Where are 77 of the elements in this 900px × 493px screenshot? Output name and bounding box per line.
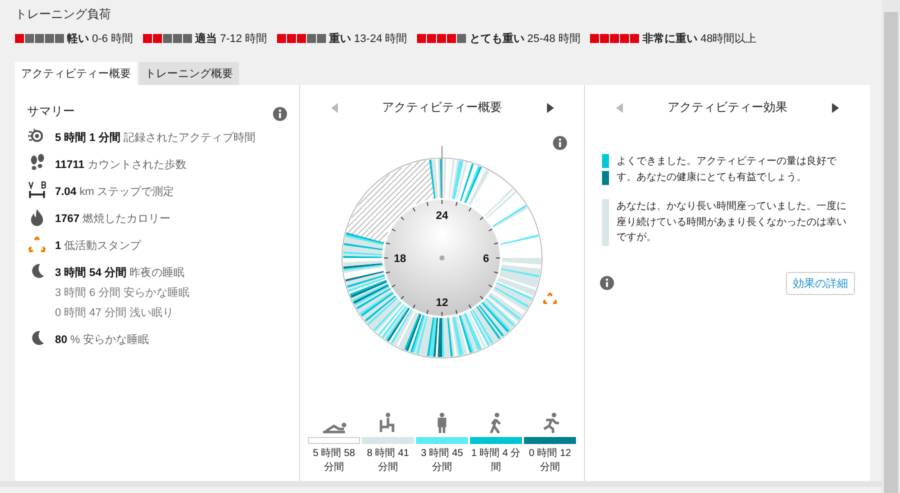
reclining-figure-icon <box>321 422 347 434</box>
level-square <box>45 34 54 43</box>
summary-text: 1767 燃焼したカロリー <box>55 212 171 226</box>
level-square <box>25 34 34 43</box>
clock-label: 18 <box>393 253 406 265</box>
previous-arrow-icon[interactable] <box>330 102 340 114</box>
summary-text: 7.04 km ステップで測定 <box>55 184 174 199</box>
level-square <box>610 34 620 43</box>
triangle-icon <box>28 235 46 253</box>
distance-icon <box>28 181 46 199</box>
level-range: 0-6 時間 <box>92 32 133 46</box>
effect-message: あなたは、かなり長い時間座っていました。一度に座り続けている時間があまり長くなかったのは幸いですが。 <box>616 200 848 245</box>
details-button[interactable]: 効果の詳細 <box>786 272 855 294</box>
duration-label: 5 時間 58 分間 <box>312 447 356 474</box>
level-square <box>437 34 446 43</box>
level-square <box>457 34 466 43</box>
level-range: 25-48 時間 <box>527 32 580 46</box>
section-title: トレーニング負荷 <box>15 6 112 23</box>
level-label: 軽い <box>67 32 89 46</box>
level-square <box>297 34 306 43</box>
summary-text: 80 % 安らかな睡眠 <box>55 332 150 347</box>
level-square <box>15 34 24 43</box>
next-arrow-icon[interactable] <box>544 102 554 114</box>
summary-text: 11711 カウントされた歩数 <box>55 158 186 172</box>
level-square <box>447 34 456 43</box>
clock-label: 24 <box>435 210 448 222</box>
tab[interactable]: トレーニング概要 <box>139 62 239 85</box>
level-square <box>590 34 600 43</box>
triangle-icon <box>542 292 556 304</box>
level-square <box>277 34 286 43</box>
flame-icon <box>28 208 46 226</box>
tab[interactable]: アクティビティー概要 <box>15 62 137 85</box>
level-label: 重い <box>329 32 352 46</box>
level-range: 13-24 時間 <box>354 32 408 46</box>
next-arrow-icon[interactable] <box>830 102 840 114</box>
summary-text: 5 時間 1 分間 記録されたアクティブ時間 <box>55 130 256 145</box>
level-square <box>55 34 64 43</box>
info-icon <box>600 276 614 290</box>
summary-detail: 3 時間 6 分間 安らかな睡眠 <box>55 286 190 300</box>
panel-title: アクティビティー効果 <box>668 99 788 116</box>
duration-label: 1 時間 4 分間 <box>470 447 522 474</box>
effect-message: よくできました。アクティビティーの量は良好です。あなたの健康にとても有益でしょう。 <box>616 154 838 184</box>
scrollbar[interactable] <box>882 0 900 493</box>
level-square <box>162 34 172 43</box>
level-square <box>600 34 610 43</box>
level-square <box>142 34 152 43</box>
info-icon <box>273 107 287 121</box>
clock-icon <box>28 127 46 145</box>
level-square <box>620 34 630 43</box>
footprints-icon <box>28 154 46 172</box>
level-range: 7-12 時間 <box>220 32 268 46</box>
duration-label: 8 時間 41 分間 <box>366 447 410 474</box>
level-label: 適当 <box>194 32 217 46</box>
level-label: 非常に重い <box>642 32 698 46</box>
level-square <box>427 34 436 43</box>
panel-title: アクティビティー概要 <box>382 99 502 116</box>
clock-label: 6 <box>482 253 489 265</box>
level-square <box>182 34 192 43</box>
summary-title: サマリー <box>27 103 75 120</box>
level-square <box>417 34 426 43</box>
level-square <box>307 34 316 43</box>
level-square <box>287 34 296 43</box>
level-square <box>172 34 182 43</box>
level-range: 48時間以上 <box>700 32 757 46</box>
duration-label: 0 時間 12 分間 <box>528 447 572 474</box>
level-square <box>35 34 44 43</box>
previous-arrow-icon[interactable] <box>615 102 625 114</box>
level-label: とても重い <box>469 32 524 46</box>
level-square <box>152 34 162 43</box>
clock-label: 12 <box>435 297 448 309</box>
summary-detail: 0 時間 47 分間 浅い眠り <box>55 306 175 320</box>
summary-text: 3 時間 54 分間 昨夜の睡眠 <box>55 266 186 280</box>
summary-text: 1 低活動スタンプ <box>55 238 142 253</box>
duration-label: 3 時間 45 分間 <box>420 447 464 474</box>
level-square <box>630 34 640 43</box>
level-square <box>317 34 326 43</box>
info-icon <box>552 136 566 150</box>
